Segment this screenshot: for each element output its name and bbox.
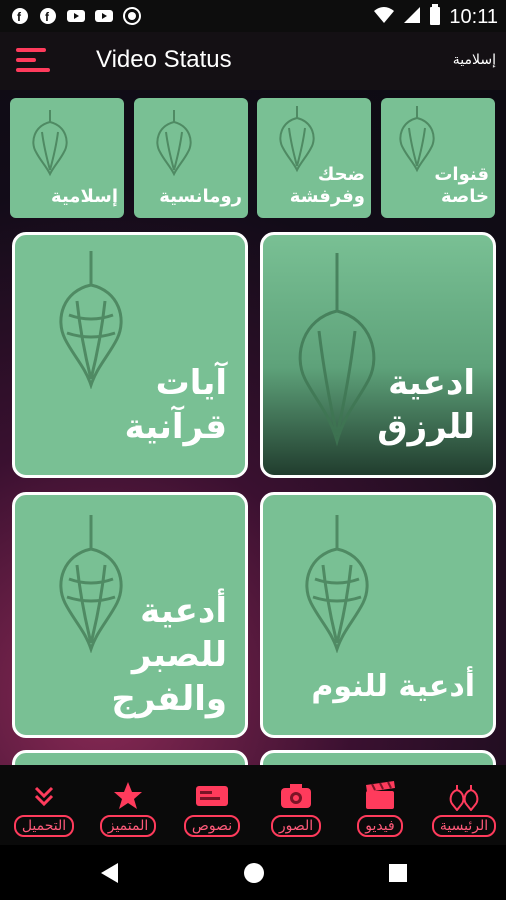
leaf-icon (156, 110, 192, 177)
record-icon (122, 6, 142, 26)
home-icon[interactable] (242, 861, 266, 885)
nav-label: نصوص (183, 815, 241, 837)
text-icon (195, 781, 229, 811)
category-tile-label: رومانسية (159, 186, 242, 207)
nav-downloads[interactable]: التحميل (4, 781, 84, 837)
nav-label: فيديو (357, 815, 403, 837)
category-tile-label: إسلامية (51, 186, 118, 207)
nav-texts[interactable]: نصوص (172, 781, 252, 837)
status-bar: f f 10:11 (0, 0, 506, 32)
leaf-icon (59, 251, 123, 389)
category-tile-romantic[interactable]: رومانسية (134, 98, 248, 218)
back-icon[interactable] (98, 861, 122, 885)
app-title: Video Status (96, 46, 232, 73)
category-tile-sleep-prayers[interactable]: أدعية للنوم (260, 492, 496, 738)
cellular-icon (403, 5, 421, 29)
current-section-label: إسلامية (452, 52, 496, 68)
nav-label: الرئيسية (431, 815, 497, 837)
category-grid: إسلامية رومانسية ضحك وفرفشة قنوات خاصة آ… (0, 90, 506, 765)
nav-videos[interactable]: فيديو (340, 781, 420, 837)
bottom-navigation: التحميل المتميز نصوص الصور فيديو الرئيسي… (0, 765, 506, 845)
clapperboard-icon (363, 781, 397, 811)
leaf-icon (298, 253, 376, 447)
leaf-icon (305, 515, 369, 653)
nav-featured[interactable]: المتميز (88, 781, 168, 837)
nav-label: التحميل (13, 815, 75, 837)
category-tile-patience-prayers[interactable]: أدعية للصبر والفرج (12, 492, 248, 738)
category-tile-islamic[interactable]: إسلامية (10, 98, 124, 218)
system-navigation-bar (0, 845, 506, 900)
youtube-icon (94, 6, 114, 26)
hamburger-menu-icon[interactable] (16, 46, 56, 76)
nav-label: الصور (270, 815, 322, 837)
wifi-icon (373, 5, 395, 29)
category-tile-partial[interactable] (260, 750, 496, 765)
category-tile-label: قنوات خاصة (434, 164, 489, 207)
category-tile-quran-verses[interactable]: آيات قرآنية (12, 232, 248, 478)
notification-icons: f f (10, 6, 142, 26)
category-tile-label: آيات قرآنية (124, 363, 227, 447)
nav-home[interactable]: الرئيسية (424, 781, 504, 837)
category-tile-label: أدعية للصبر والفرج (111, 591, 227, 719)
battery-icon (429, 4, 441, 30)
camera-icon (279, 781, 313, 811)
category-tile-label: أدعية للنوم (311, 669, 475, 704)
category-tile-special-channels[interactable]: قنوات خاصة (381, 98, 495, 218)
youtube-icon (66, 6, 86, 26)
facebook-icon: f (10, 6, 30, 26)
category-tile-provision-prayers[interactable]: ادعية للرزق (260, 232, 496, 478)
category-tile-funny[interactable]: ضحك وفرفشة (257, 98, 371, 218)
status-time: 10:11 (449, 5, 498, 28)
facebook-icon: f (38, 6, 58, 26)
category-tile-partial[interactable] (12, 750, 248, 765)
category-tile-label: ضحك وفرفشة (289, 164, 365, 207)
nav-images[interactable]: الصور (256, 781, 336, 837)
category-tile-label: ادعية للرزق (377, 363, 475, 447)
leaf-home-icon (447, 781, 481, 811)
app-bar: Video Status إسلامية (0, 32, 506, 90)
recents-icon[interactable] (386, 861, 410, 885)
download-chevrons-icon (27, 781, 61, 811)
nav-label: المتميز (99, 815, 157, 837)
star-icon (111, 781, 145, 811)
leaf-icon (32, 110, 68, 177)
